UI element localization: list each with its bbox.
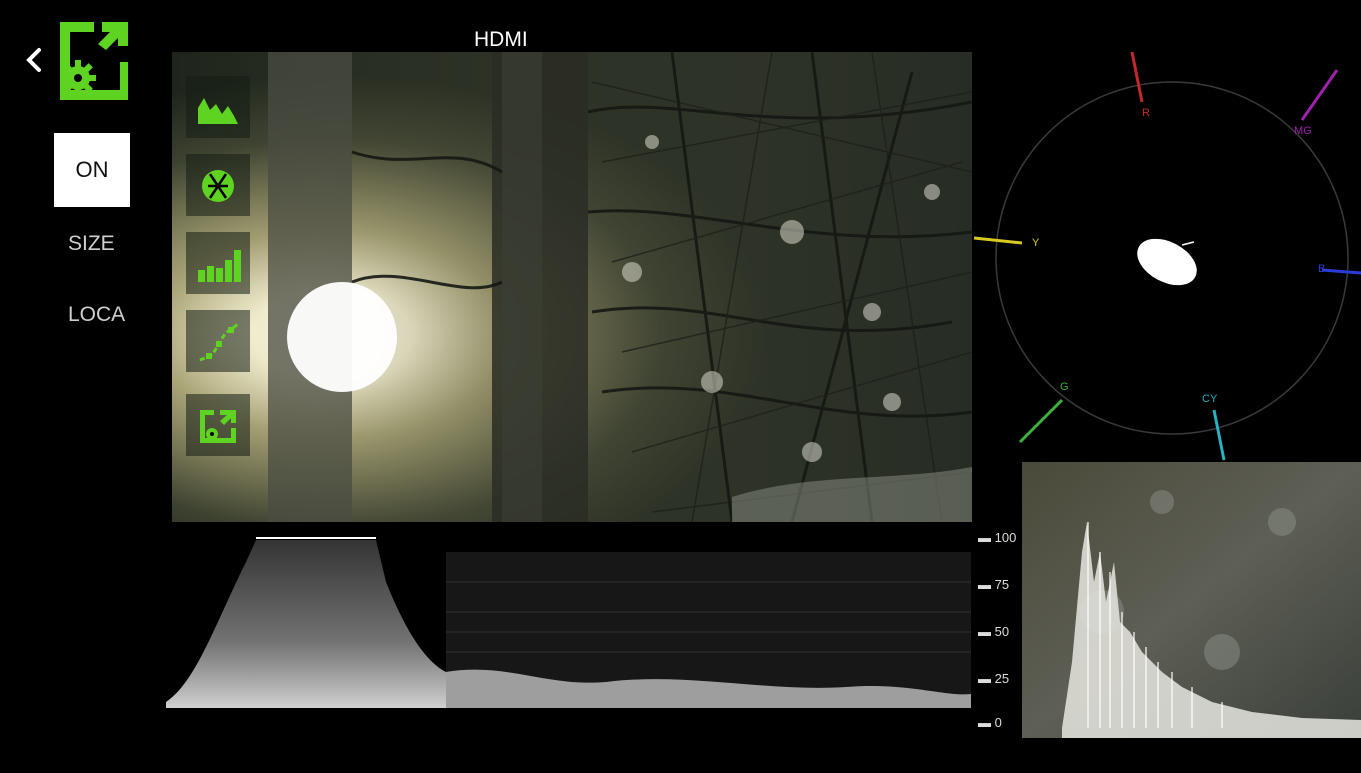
back-chevron-icon[interactable] [22,44,46,76]
vectorscope-g-label: G [1060,381,1069,393]
histogram-tool-button[interactable] [186,76,250,138]
bar-meter-tool-icon [198,250,241,282]
overlay-settings-tool-icon [200,410,236,443]
location-menu-item[interactable]: LOCA [68,303,132,327]
histogram-tool-icon [198,98,238,124]
histogram [1022,462,1361,738]
vectorscope-tool-icon [202,170,234,202]
vectorscope: R MG B CY G Y [973,51,1361,461]
curve-tool-icon [199,322,239,362]
scale-tick-0: ▬ 0 [978,715,1002,730]
vectorscope-signal [1137,238,1197,286]
vectorscope-cy-target [1212,409,1226,461]
scale-tick-25: ▬ 25 [978,671,1010,686]
vectorscope-b-label: B [1318,263,1325,275]
overlay-gear-icon[interactable] [54,16,130,106]
video-frame [172,52,972,522]
scale-tick-50: ▬ 50 [978,624,1010,639]
vectorscope-g-target [1018,398,1064,444]
size-menu-item[interactable]: SIZE [68,232,138,256]
overlay-settings-tool-button[interactable] [186,394,250,456]
curve-tool-button[interactable] [186,310,250,372]
scale-tick-100: ▬ 100 [978,530,1017,545]
overlay-on-button[interactable]: ON [54,133,130,207]
vectorscope-cy-label: CY [1202,393,1218,405]
vectorscope-y-label: Y [1032,237,1040,249]
scale-tick-75: ▬ 75 [978,577,1010,592]
vectorscope-mg-target [1300,69,1339,121]
vectorscope-tool-button[interactable] [186,154,250,216]
source-label: HDMI [474,28,528,51]
bar-meter-tool-button[interactable] [186,232,250,294]
vectorscope-b-target [1321,268,1361,275]
vectorscope-r-label: R [1142,107,1150,119]
vectorscope-y-target [973,236,1023,245]
vectorscope-r-target [1130,51,1144,103]
waveform-scope [166,537,972,718]
vectorscope-mg-label: MG [1294,125,1312,137]
